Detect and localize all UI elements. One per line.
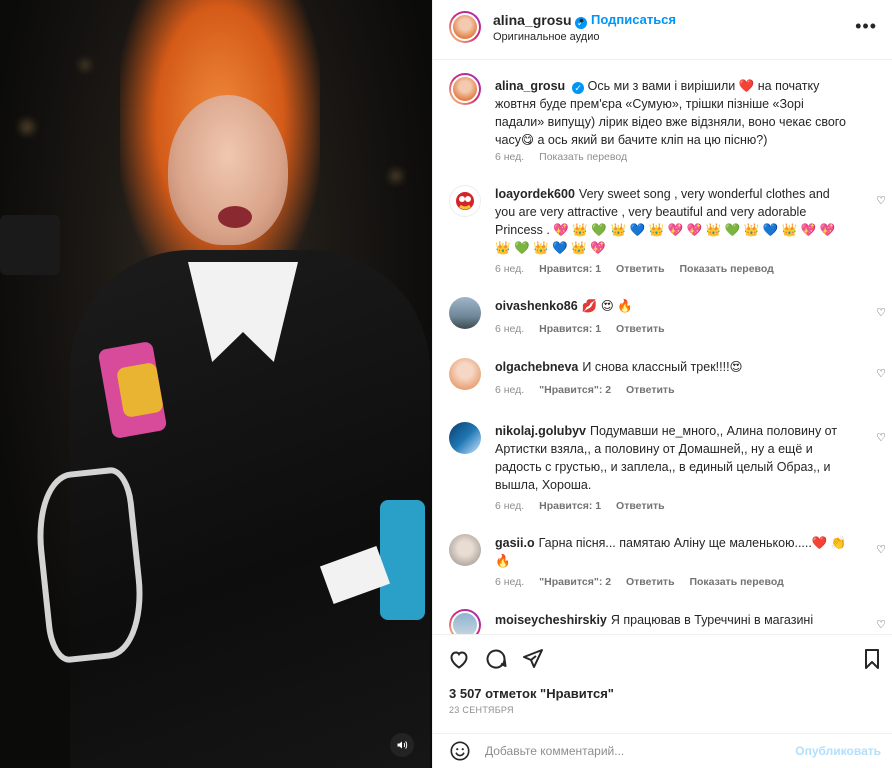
heart-icon[interactable] — [447, 647, 471, 671]
comment-meta: 6 нед. "Нравится": 2 Ответить Показать п… — [495, 576, 796, 588]
comment-username[interactable]: gasii.o — [495, 536, 535, 550]
background-light — [20, 120, 34, 134]
timestamp[interactable]: 6 нед. — [495, 263, 524, 275]
avatar[interactable] — [449, 11, 481, 43]
comment-meta: 6 нед. Нравится: 1 Ответить Показать пер… — [495, 263, 786, 275]
likes-count[interactable]: Нравится: 1 — [539, 263, 601, 275]
timestamp[interactable]: 6 нед. — [495, 323, 524, 335]
background-light — [390, 170, 402, 182]
reply-button[interactable]: Ответить — [626, 576, 675, 588]
reply-button[interactable]: Ответить — [616, 263, 665, 275]
timestamp[interactable]: 6 нед. — [495, 500, 524, 512]
translate-link[interactable]: Показать перевод — [539, 151, 627, 163]
follow-button[interactable]: Подписаться — [591, 12, 676, 27]
like-comment-heart-icon[interactable]: ♡ — [875, 544, 887, 556]
audio-label[interactable]: Оригинальное аудио — [493, 31, 600, 43]
comment-text: moiseycheshirskiy Я працював в Туреччині … — [495, 611, 853, 629]
translate-link[interactable]: Показать перевод — [689, 576, 783, 588]
post-date[interactable]: 23 СЕНТЯБРЯ — [449, 705, 514, 715]
mouth — [218, 206, 252, 228]
likes-count[interactable]: 3 507 отметок "Нравится" — [449, 686, 614, 701]
comment-username[interactable]: oivashenko86 — [495, 299, 578, 313]
comment-meta: 6 нед. Нравится: 1 Ответить — [495, 323, 677, 335]
like-comment-heart-icon[interactable]: ♡ — [875, 368, 887, 380]
comment-body: Я працював в Туреччині в магазині — [610, 613, 814, 627]
graffiti-print — [380, 500, 425, 620]
reel-video[interactable] — [0, 0, 432, 768]
avatar[interactable] — [449, 297, 481, 329]
translate-link[interactable]: Показать перевод — [680, 263, 774, 275]
likes-count[interactable]: Нравится: 1 — [539, 323, 601, 335]
avatar[interactable] — [449, 358, 481, 390]
avatar[interactable] — [449, 534, 481, 566]
comment-meta: 6 нед. "Нравится": 2 Ответить — [495, 384, 687, 396]
like-comment-heart-icon[interactable]: ♡ — [875, 432, 887, 444]
caption-meta: 6 нед. Показать перевод — [495, 151, 639, 163]
avatar[interactable] — [449, 73, 481, 105]
emoji-icon[interactable] — [449, 740, 471, 762]
timestamp[interactable]: 6 нед. — [495, 151, 524, 163]
avatar[interactable] — [449, 422, 481, 454]
likes-count[interactable]: "Нравится": 2 — [539, 576, 611, 588]
comment-text: nikolaj.golubyv Подумавши не_много,, Алин… — [495, 422, 853, 494]
background-light — [80, 60, 90, 70]
timestamp[interactable]: 6 нед. — [495, 576, 524, 588]
volume-icon[interactable] — [390, 733, 414, 757]
comment-body: Гарна пісня... памятаю Аліну ще маленько… — [495, 536, 847, 568]
caption-username[interactable]: alina_grosu — [495, 79, 565, 93]
avatar[interactable] — [449, 609, 481, 634]
add-comment-bar: Опубликовать — [433, 733, 892, 768]
comment-username[interactable]: olgachebneva — [495, 360, 578, 374]
reply-button[interactable]: Ответить — [616, 323, 665, 335]
post-actions-bar: 3 507 отметок "Нравится" 23 СЕНТЯБРЯ Опу… — [433, 634, 892, 768]
comment-body: 💋 😍 🔥 — [581, 299, 633, 313]
comment-text: oivashenko86 💋 😍 🔥 — [495, 297, 853, 315]
post-username[interactable]: alina_grosu ✓ — [493, 12, 587, 29]
comment-username[interactable]: nikolaj.golubyv — [495, 424, 586, 438]
comment-text: olgachebneva И снова классный трек!!!!😍 — [495, 358, 853, 376]
verified-badge-icon: ✓ — [572, 82, 585, 94]
comment-username[interactable]: moiseycheshirskiy — [495, 613, 607, 627]
post-header: alina_grosu ✓ • Подписаться Оригинальное … — [433, 0, 892, 60]
like-comment-heart-icon[interactable]: ♡ — [875, 619, 887, 631]
comment-body: И снова классный трек!!!!😍 — [582, 360, 743, 374]
comment-input[interactable] — [485, 741, 785, 761]
reply-button[interactable]: Ответить — [616, 500, 665, 512]
comment-text: loayordek600 Very sweet song , very wonde… — [495, 185, 853, 257]
timestamp[interactable]: 6 нед. — [495, 384, 524, 396]
like-comment-heart-icon[interactable]: ♡ — [875, 307, 887, 319]
graffiti-script — [30, 465, 150, 665]
background-car — [0, 215, 60, 275]
comment-icon[interactable] — [484, 647, 508, 671]
like-comment-heart-icon[interactable]: ♡ — [875, 195, 887, 207]
post-panel: alina_grosu ✓ • Подписаться Оригинальное … — [432, 0, 892, 768]
comment-text: gasii.o Гарна пісня... памятаю Аліну ще м… — [495, 534, 853, 570]
separator-dot: • — [579, 12, 584, 28]
comments-list: alina_grosu ✓ Ось ми з вами і вирішили ❤️… — [433, 61, 892, 634]
likes-count[interactable]: "Нравится": 2 — [539, 384, 611, 396]
comment-meta: 6 нед. Нравится: 1 Ответить — [495, 500, 677, 512]
graffiti-print — [115, 361, 165, 419]
publish-button[interactable]: Опубликовать — [795, 744, 881, 758]
comment-username[interactable]: loayordek600 — [495, 187, 575, 201]
bookmark-icon[interactable] — [860, 647, 884, 671]
avatar[interactable] — [449, 185, 481, 217]
reply-button[interactable]: Ответить — [626, 384, 675, 396]
caption-text: alina_grosu ✓ Ось ми з вами і вирішили ❤️… — [495, 77, 853, 149]
share-icon[interactable] — [521, 647, 545, 671]
more-icon[interactable]: ••• — [855, 16, 877, 37]
likes-count[interactable]: Нравится: 1 — [539, 500, 601, 512]
